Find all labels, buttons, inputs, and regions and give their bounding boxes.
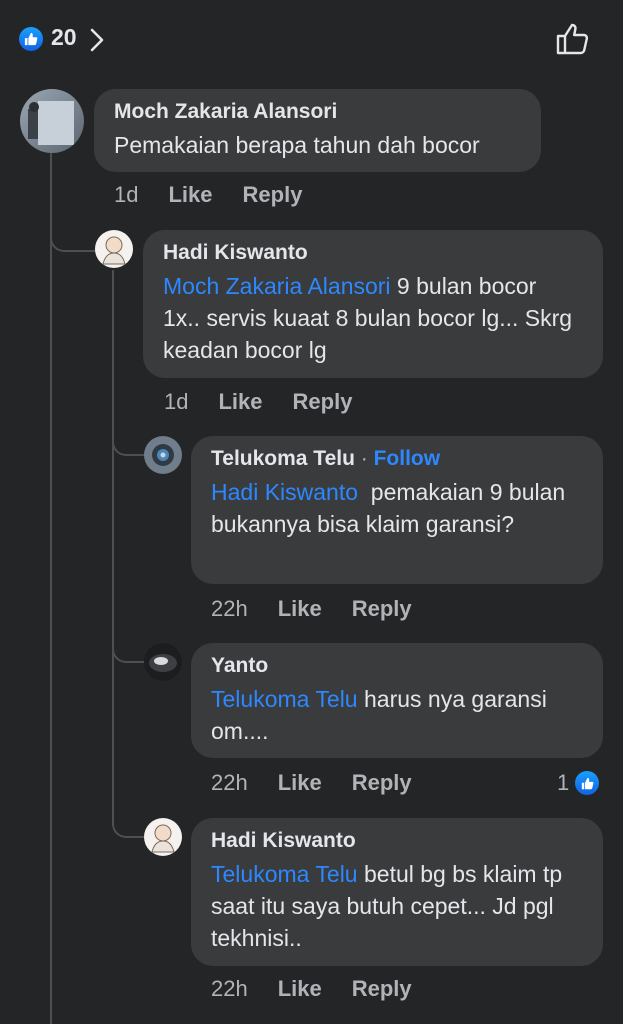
like-reaction-icon (575, 771, 600, 795)
mention-link[interactable]: Telukoma Telu (211, 686, 358, 712)
comment-actions: 1d Like Reply (114, 182, 332, 208)
reactions-bar: 20 (0, 0, 623, 78)
comment-text-line: Telukoma Telu harus nya garansi om.... (211, 683, 583, 747)
avatar[interactable] (144, 436, 182, 474)
comment-text: 1x.. servis kuaat 8 bulan bocor lg... Sk… (163, 305, 573, 363)
avatar[interactable] (144, 643, 182, 681)
reply-button[interactable]: Reply (352, 770, 412, 796)
comment-actions: 1d Like Reply (164, 389, 382, 415)
comment-author[interactable]: Hadi Kiswanto (163, 240, 583, 266)
comment-actions: 22h Like Reply (211, 976, 442, 1002)
like-button[interactable]: Like (278, 596, 322, 622)
comment-text-line: Hadi Kiswanto pemakaian 9 bulan bukannya… (211, 476, 583, 540)
comment-bubble: Moch Zakaria Alansori Pemakaian berapa t… (94, 89, 541, 172)
thread-connector (112, 625, 145, 663)
mention-link[interactable]: Telukoma Telu (211, 861, 358, 887)
comment-time[interactable]: 1d (114, 182, 138, 208)
reply-button[interactable]: Reply (352, 596, 412, 622)
comment-time[interactable]: 22h (211, 596, 248, 622)
reply-button[interactable]: Reply (352, 976, 412, 1002)
comment-text: 9 bulan bocor (390, 273, 537, 299)
reply-button[interactable]: Reply (293, 389, 353, 415)
comment-author[interactable]: Hadi Kiswanto (211, 828, 583, 854)
reply-button[interactable]: Reply (243, 182, 303, 208)
thread-connector (112, 420, 145, 456)
mention-link[interactable]: Moch Zakaria Alansori (163, 273, 391, 299)
comment-time[interactable]: 22h (211, 976, 248, 1002)
avatar[interactable] (95, 230, 133, 268)
comment-author[interactable]: Yanto (211, 653, 583, 679)
like-reaction-icon[interactable] (19, 27, 43, 51)
comment-bubble: Hadi Kiswanto Telukoma Telu betul bg bs … (191, 818, 603, 966)
comment-actions: 22h Like Reply (211, 596, 442, 622)
thread-line (50, 153, 52, 1024)
chevron-right-icon[interactable] (88, 27, 106, 58)
comment-author-row: Telukoma Telu · Follow (211, 446, 583, 472)
comment-time[interactable]: 22h (211, 770, 248, 796)
thread-connector (50, 210, 96, 252)
like-button[interactable]: Like (278, 770, 322, 796)
comment-reaction[interactable]: 1 (557, 770, 600, 796)
comment-text: Pemakaian berapa tahun dah bocor (114, 132, 480, 158)
comment-bubble: Telukoma Telu · Follow Hadi Kiswanto pem… (191, 436, 603, 584)
comment-bubble: Hadi Kiswanto Moch Zakaria Alansori 9 bu… (143, 230, 603, 378)
avatar[interactable] (20, 89, 84, 153)
comment-author[interactable]: Telukoma Telu (211, 447, 355, 470)
avatar[interactable] (144, 818, 182, 856)
like-icon[interactable] (555, 22, 591, 61)
comment-actions: 22h Like Reply (211, 770, 442, 796)
like-button[interactable]: Like (168, 182, 212, 208)
comment-author[interactable]: Moch Zakaria Alansori (114, 99, 521, 125)
like-button[interactable]: Like (218, 389, 262, 415)
mention-link[interactable]: Hadi Kiswanto (211, 479, 358, 505)
thread-line (112, 270, 114, 815)
separator-dot: · (360, 447, 368, 470)
follow-button[interactable]: Follow (374, 447, 441, 470)
comment-text-line: Telukoma Telu betul bg bs klaim tp saat … (211, 858, 583, 954)
comment-reaction-count: 1 (557, 770, 570, 795)
reaction-count[interactable]: 20 (51, 24, 77, 51)
comment-bubble: Yanto Telukoma Telu harus nya garansi om… (191, 643, 603, 758)
like-button[interactable]: Like (278, 976, 322, 1002)
comment-text-line: Moch Zakaria Alansori 9 bulan bocor (163, 270, 583, 302)
comment-time[interactable]: 1d (164, 389, 188, 415)
thread-connector (112, 800, 145, 838)
